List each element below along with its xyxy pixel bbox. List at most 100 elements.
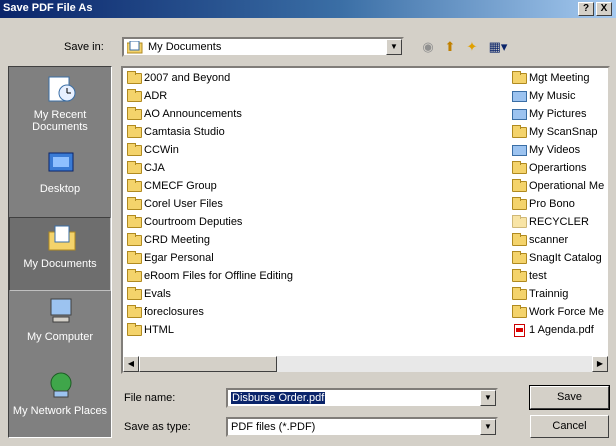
folder-icon	[127, 287, 142, 300]
list-item[interactable]: 2007 and Beyond	[126, 70, 293, 88]
folder-icon	[512, 161, 527, 174]
place-my-computer[interactable]: My Computer	[9, 291, 111, 365]
list-item[interactable]: CCWin	[126, 142, 293, 160]
window-title: Save PDF File As	[3, 2, 93, 14]
folder-icon	[512, 215, 527, 228]
list-item[interactable]: ADR	[126, 88, 293, 106]
save-in-dropdown[interactable]: My Documents ▼	[122, 37, 404, 57]
up-folder-icon[interactable]: ⬆	[440, 38, 460, 56]
folder-icon	[512, 233, 527, 246]
place-label: My Network Places	[12, 405, 108, 417]
save-as-type-dropdown[interactable]: PDF files (*.PDF) ▼	[226, 417, 498, 437]
folder-icon	[127, 215, 142, 228]
recent-documents-icon	[48, 76, 76, 102]
desktop-icon	[48, 152, 74, 172]
pdf-file-icon	[514, 324, 525, 337]
save-in-dropdown-arrow[interactable]: ▼	[386, 39, 402, 55]
place-desktop[interactable]: Desktop	[9, 143, 111, 217]
save-as-type-dropdown-arrow[interactable]: ▼	[480, 419, 496, 435]
list-item[interactable]: My Music	[511, 88, 604, 106]
title-bar: Save PDF File As ? X	[0, 0, 616, 18]
list-item[interactable]: test	[511, 268, 604, 286]
folder-icon	[127, 323, 142, 336]
list-item[interactable]: My ScanSnap	[511, 124, 604, 142]
horizontal-scrollbar[interactable]: ◀ ▶	[123, 356, 608, 372]
list-item[interactable]: Courtroom Deputies	[126, 214, 293, 232]
help-button[interactable]: ?	[578, 2, 594, 16]
close-button[interactable]: X	[596, 2, 612, 16]
file-name-label: File name:	[124, 392, 176, 404]
folder-icon	[512, 125, 527, 138]
views-menu-icon[interactable]: ▦▾	[484, 38, 512, 56]
place-label: My Documents	[23, 258, 97, 270]
folder-icon	[127, 197, 142, 210]
list-item[interactable]: Egar Personal	[126, 250, 293, 268]
folder-icon	[127, 143, 142, 156]
file-column-right: Mgt Meeting My Music My Pictures My Scan…	[511, 70, 604, 340]
list-item[interactable]: CMECF Group	[126, 178, 293, 196]
save-button[interactable]: Save	[529, 385, 610, 410]
network-places-icon	[50, 372, 72, 398]
list-item[interactable]: Camtasia Studio	[126, 124, 293, 142]
pictures-folder-icon	[512, 109, 527, 120]
folder-icon	[512, 71, 527, 84]
file-column-left: 2007 and Beyond ADR AO Announcements Cam…	[126, 70, 293, 340]
save-as-type-value: PDF files (*.PDF)	[231, 421, 316, 433]
folder-icon	[512, 269, 527, 282]
list-item[interactable]: Evals	[126, 286, 293, 304]
place-my-network-places[interactable]: My Network Places	[9, 365, 111, 439]
list-item[interactable]: Mgt Meeting	[511, 70, 604, 88]
place-label: My Computer	[26, 331, 94, 343]
list-item[interactable]: CJA	[126, 160, 293, 178]
list-item[interactable]: AO Announcements	[126, 106, 293, 124]
list-item[interactable]: Pro Bono	[511, 196, 604, 214]
scroll-left-arrow[interactable]: ◀	[123, 356, 139, 372]
folder-icon	[127, 269, 142, 282]
folder-icon	[512, 251, 527, 264]
file-name-dropdown-arrow[interactable]: ▼	[480, 390, 496, 406]
place-my-recent-documents[interactable]: My Recent Documents	[9, 69, 111, 143]
list-item[interactable]: Operartions	[511, 160, 604, 178]
folder-icon	[127, 161, 142, 174]
folder-icon	[127, 107, 142, 120]
save-as-type-label: Save as type:	[124, 421, 191, 433]
list-item[interactable]: SnagIt Catalog	[511, 250, 604, 268]
cancel-button[interactable]: Cancel	[530, 415, 609, 438]
list-item[interactable]: foreclosures	[126, 304, 293, 322]
list-item[interactable]: eRoom Files for Offline Editing	[126, 268, 293, 286]
folder-icon	[127, 89, 142, 102]
folder-icon	[127, 251, 142, 264]
place-my-documents[interactable]: My Documents	[9, 217, 111, 291]
back-icon[interactable]: ◉	[418, 38, 438, 56]
place-label: Desktop	[39, 183, 81, 195]
folder-icon	[127, 179, 142, 192]
folder-icon	[512, 197, 527, 210]
list-item[interactable]: My Pictures	[511, 106, 604, 124]
scroll-right-arrow[interactable]: ▶	[592, 356, 608, 372]
file-list[interactable]: 2007 and Beyond ADR AO Announcements Cam…	[121, 66, 610, 374]
folder-icon	[512, 305, 527, 318]
new-folder-icon[interactable]: ✦	[462, 38, 482, 56]
file-name-value: Disburse Order.pdf	[231, 392, 326, 404]
list-item[interactable]: Trainnig	[511, 286, 604, 304]
file-name-input[interactable]: Disburse Order.pdf ▼	[226, 388, 498, 408]
list-item[interactable]: My Videos	[511, 142, 604, 160]
list-item[interactable]: Corel User Files	[126, 196, 293, 214]
save-in-value: My Documents	[148, 41, 222, 53]
save-in-label: Save in:	[64, 41, 104, 53]
list-item[interactable]: 1 Agenda.pdf	[511, 322, 604, 340]
list-item[interactable]: Operational Me	[511, 178, 604, 196]
list-item[interactable]: scanner	[511, 232, 604, 250]
list-item[interactable]: CRD Meeting	[126, 232, 293, 250]
my-documents-small-icon	[127, 41, 143, 54]
folder-icon	[512, 287, 527, 300]
folder-icon	[127, 71, 142, 84]
list-item[interactable]: Work Force Me	[511, 304, 604, 322]
scroll-thumb[interactable]	[139, 356, 277, 372]
place-label: My Recent Documents	[32, 109, 88, 133]
list-item[interactable]: RECYCLER	[511, 214, 604, 232]
list-item[interactable]: HTML	[126, 322, 293, 340]
my-computer-icon	[50, 298, 72, 323]
my-documents-icon	[48, 225, 76, 251]
music-folder-icon	[512, 91, 527, 102]
